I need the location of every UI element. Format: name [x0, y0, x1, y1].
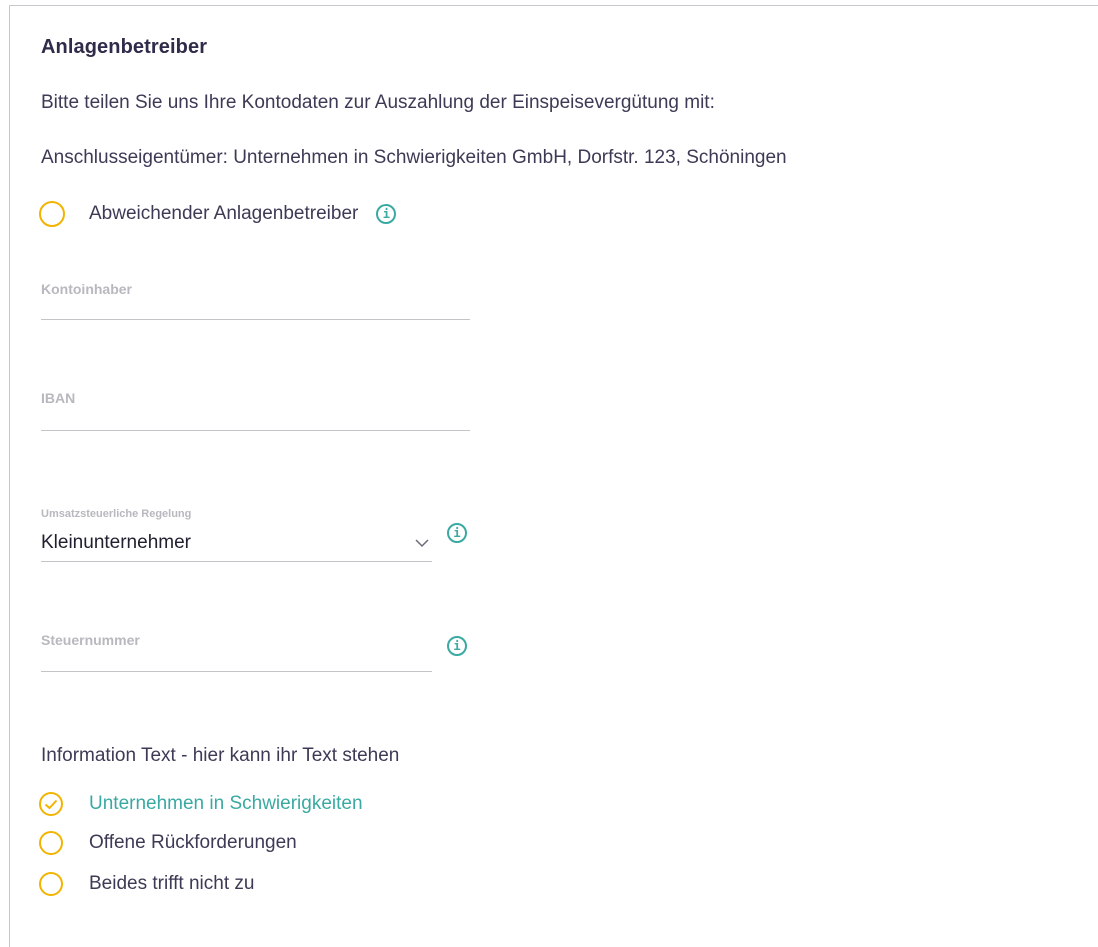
- tax-regulation-value: Kleinunternehmer: [41, 532, 191, 553]
- tax-regulation-label: Umsatzsteuerliche Regelung: [41, 508, 192, 520]
- tax-number-info-icon[interactable]: i: [447, 636, 467, 656]
- status-radio[interactable]: [39, 831, 63, 855]
- status-option-neither[interactable]: Beides trifft nicht zu: [39, 872, 254, 896]
- iban-label: IBAN: [41, 390, 76, 406]
- iban-input[interactable]: [41, 430, 470, 431]
- operator-option-label: Abweichender Anlagenbetreiber: [89, 203, 359, 224]
- checkmark-icon: [44, 799, 58, 809]
- status-option-difficulties[interactable]: Unternehmen in Schwierigkeiten: [39, 792, 363, 816]
- info-icon[interactable]: i: [376, 204, 397, 224]
- status-radio[interactable]: [39, 872, 63, 896]
- status-option-label: Offene Rückforderungen: [89, 832, 297, 853]
- tax-regulation-select[interactable]: Umsatzsteuerliche Regelung Kleinunterneh…: [41, 508, 432, 563]
- tax-number-input[interactable]: [41, 671, 432, 672]
- status-option-label: Unternehmen in Schwierigkeiten: [89, 793, 363, 814]
- operator-option[interactable]: Abweichender Anlagenbetreiber i: [39, 201, 397, 227]
- owner-line: Anschlusseigentümer: Unternehmen in Schw…: [41, 147, 787, 168]
- checkmark-radio[interactable]: [39, 792, 63, 816]
- intro-text: Bitte teilen Sie uns Ihre Kontodaten zur…: [41, 92, 715, 113]
- tax-regulation-info-icon[interactable]: i: [447, 523, 467, 543]
- account-holder-label: Kontoinhaber: [41, 281, 132, 297]
- tax-number-label: Steuernummer: [41, 632, 140, 648]
- info-text: Information Text - hier kann ihr Text st…: [41, 745, 400, 766]
- operator-radio[interactable]: [39, 201, 65, 227]
- status-option-repayments[interactable]: Offene Rückforderungen: [39, 831, 297, 855]
- chevron-down-icon: [415, 539, 429, 548]
- status-option-label: Beides trifft nicht zu: [89, 873, 255, 894]
- section-title: Anlagenbetreiber: [41, 36, 208, 58]
- account-holder-input[interactable]: [41, 319, 470, 320]
